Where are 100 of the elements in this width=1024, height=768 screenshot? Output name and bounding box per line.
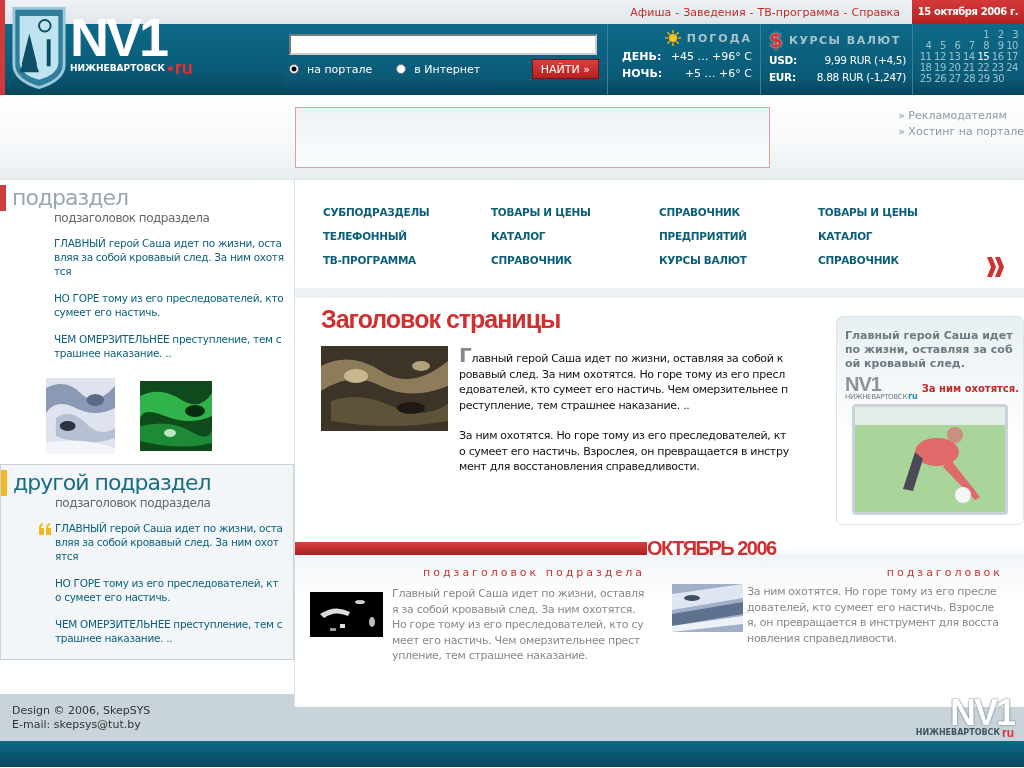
nav-link[interactable]: ТЕЛЕФОННЫЙ: [323, 229, 491, 243]
dollar-icon: $: [769, 30, 783, 50]
calendar-day[interactable]: 1: [974, 29, 989, 40]
calendar-day[interactable]: 12: [931, 51, 946, 62]
calendar-day[interactable]: 25: [917, 73, 932, 84]
logo-wordmark: NV1: [949, 697, 1014, 728]
radio-button[interactable]: [396, 64, 407, 74]
logo-domain: ru: [1002, 727, 1014, 738]
footer-text: E-mail: skepsys@tut.by: [12, 717, 142, 732]
currency-rate: 8.88 RUR (-1,247): [816, 70, 906, 85]
calendar-day[interactable]: 28: [960, 73, 975, 84]
radio-label[interactable]: в Интернет: [414, 62, 481, 76]
calendar-day[interactable]: 30: [989, 73, 1004, 84]
link-separator: -: [749, 5, 754, 19]
logo-domain: ru: [167, 60, 193, 76]
nav-link[interactable]: КАТАЛОГ: [491, 229, 659, 243]
calendar-day[interactable]: 24: [1003, 62, 1018, 73]
calendar-day[interactable]: 19: [931, 62, 946, 73]
quote-icon: [38, 523, 52, 535]
logo-wordmark: NV1: [845, 375, 882, 393]
nav-link[interactable]: СУБПОДРАЗДЕЛЫ: [323, 205, 491, 219]
section-subtitle: подзаголовок подраздела: [54, 211, 211, 226]
logo-city: НИЖНЕВАРТОВСК: [915, 728, 1000, 737]
sidebar-paragraph: НО ГОРЕ тому из его преследователей, кто сумеет его настичь.: [55, 576, 280, 604]
nav-link[interactable]: СПРАВОЧНИК: [659, 205, 818, 219]
currency-label: USD:: [769, 53, 797, 68]
radio-button[interactable]: [289, 64, 299, 74]
section-subtitle: подзаголовок подраздела: [55, 496, 212, 511]
promo-text: Главный герой Саша идет по жизни, оставляя за собой кровавый след.: [845, 329, 1014, 371]
month-title: ОКТЯБРЬ 2006: [647, 538, 776, 558]
calendar-day[interactable]: 10: [1003, 40, 1018, 51]
currency-label: EUR:: [769, 70, 796, 85]
sidebar-paragraph: ЧЕМ ОМЕРЗИТЕЛЬНЕЕ преступление, тем страшнее наказание. ..: [55, 617, 283, 645]
weather-label: ДЕНЬ:: [622, 49, 662, 65]
logo-domain: ru: [908, 393, 918, 401]
top-link[interactable]: Афиша: [630, 5, 672, 19]
calendar-day[interactable]: 17: [1003, 51, 1018, 62]
ad-link[interactable]: » Хостинг на портале: [898, 125, 1024, 138]
calendar-day[interactable]: 4: [917, 40, 932, 51]
calendar-day[interactable]: 6: [945, 40, 961, 51]
article-paragraph: За ним охотятся. Но горе тому из его преследователей, кто сумеет его настичь. Взрослея, он превращается в инструмент для восстановления справедливости.: [459, 428, 789, 475]
sidebar-paragraph: ГЛАВНЫЙ герой Саша идет по жизни, оставляя за собой кровавый след. За ним охотятся: [54, 236, 284, 278]
double-chevron-icon[interactable]: [987, 257, 1005, 277]
calendar-day[interactable]: 21: [960, 62, 975, 73]
news-text: За ним охотятся. Но горе тому из его преследователей, кто сумеет его настичь. Взрослея, он превращается в инструмент для восстановления справедливости.: [747, 584, 1000, 646]
weather-title: ПОГОДА: [686, 31, 752, 45]
calendar-day[interactable]: 14: [960, 51, 975, 62]
calendar-day[interactable]: 15: [974, 51, 990, 62]
search-field[interactable]: [289, 34, 597, 55]
calendar-day[interactable]: 26: [931, 73, 946, 84]
nav-link[interactable]: СПРАВОЧНИК: [491, 253, 659, 267]
news-title: подзаголовок подраздела: [422, 566, 645, 580]
nav-link[interactable]: ТОВАРЫ И ЦЕНЫ: [491, 205, 659, 219]
news-title: подзаголовок: [885, 566, 1003, 580]
logo-city: НИЖНЕВАРТОВСК: [70, 63, 165, 73]
calendar-day[interactable]: 29: [975, 73, 990, 84]
current-date: 15 октября 2006 г.: [912, 0, 1024, 24]
currency-title: КУРСЫ ВАЛЮТ: [788, 33, 901, 47]
calendar-day[interactable]: 3: [1003, 29, 1018, 40]
top-link[interactable]: ТВ-программа: [757, 5, 840, 19]
sidebar-paragraph: НО ГОРЕ тому из его преследователей, кто сумеет его настичь.: [54, 291, 284, 319]
search-button[interactable]: НАЙТИ »: [531, 59, 599, 79]
nav-link[interactable]: СПРАВОЧНИК: [818, 253, 986, 267]
link-separator: -: [843, 5, 848, 19]
link-separator: -: [675, 5, 680, 19]
calendar-day[interactable]: 20: [945, 62, 961, 73]
calendar-day[interactable]: 27: [946, 73, 961, 84]
section-title: подраздел: [12, 185, 128, 211]
footer-text: Design © 2006, SkepSYS: [12, 703, 151, 718]
top-link[interactable]: Заведения: [683, 5, 746, 19]
calendar-day[interactable]: 7: [960, 40, 975, 51]
sidebar-paragraph: ЧЕМ ОМЕРЗИТЕЛЬНЕЕ преступление, тем страшнее наказание. ..: [54, 332, 283, 360]
news-text: Главный герой Саша идет по жизни, оставляя за собой кровавый след. За ним охотятся. Но горе тому из его преследователей, кто сумеет его настичь. Чем омерзительнее преступление, тем страшнее наказание.: [392, 586, 645, 664]
nav-link[interactable]: ПРЕДПРИЯТИЙ: [659, 229, 818, 243]
article-paragraph: Главный герой Саша идет по жизни, оставляя за собой кровавый след. За ним охотятся. Но горе тому из его преследователей, кто сумеет его настичь. Чем омерзительнее преступление, тем страшнее наказание. ..: [459, 348, 789, 413]
weather-label: НОЧЬ:: [622, 66, 663, 82]
calendar-day[interactable]: 8: [974, 40, 990, 51]
nav-link[interactable]: ТВ-ПРОГРАММА: [323, 253, 491, 267]
nav-link[interactable]: КУРСЫ ВАЛЮТ: [659, 253, 818, 267]
nav-link[interactable]: КАТАЛОГ: [818, 229, 986, 243]
calendar-day[interactable]: 18: [917, 62, 932, 73]
calendar-day[interactable]: 2: [989, 29, 1004, 40]
calendar-day[interactable]: 5: [931, 40, 946, 51]
weather-value: +5 … +6° C: [684, 66, 752, 82]
calendar-day[interactable]: 23: [989, 62, 1004, 73]
page-title: Заголовок страницы: [321, 304, 562, 334]
nav-link[interactable]: ТОВАРЫ И ЦЕНЫ: [818, 205, 986, 219]
weather-value: +45 … +96° C: [670, 49, 752, 65]
calendar-day[interactable]: 11: [917, 51, 932, 62]
top-link[interactable]: Справка: [851, 5, 900, 19]
calendar-day[interactable]: 16: [989, 51, 1004, 62]
calendar-day[interactable]: 9: [989, 40, 1004, 51]
sidebar-paragraph: ГЛАВНЫЙ герой Саша идет по жизни, оставляя за собой кровавый след. За ним охотятся: [55, 521, 283, 563]
calendar-day[interactable]: 22: [974, 62, 990, 73]
promo-caption: За ним охотятся.: [921, 382, 1019, 394]
radio-label[interactable]: на портале: [307, 62, 373, 76]
ad-link[interactable]: » Рекламодателям: [898, 109, 1024, 122]
currency-rate: 9,99 RUR (+4,5): [824, 53, 906, 68]
calendar-day[interactable]: 13: [945, 51, 961, 62]
logo-wordmark: NV1: [70, 14, 168, 60]
